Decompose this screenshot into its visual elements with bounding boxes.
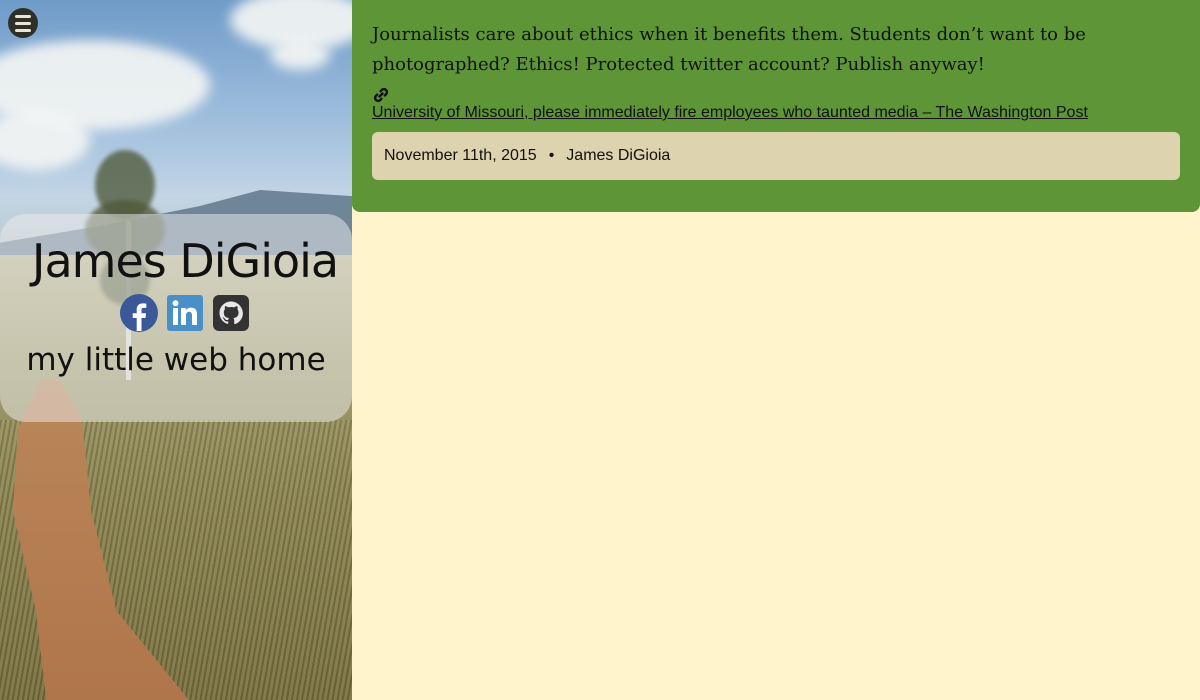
hamburger-menu-icon xyxy=(15,14,31,18)
post-card: Journalists care about ethics when it be… xyxy=(352,0,1200,212)
meta-separator: • xyxy=(548,147,555,164)
post-date[interactable]: November 11th, 2015 xyxy=(384,147,537,165)
github-link[interactable] xyxy=(212,294,250,332)
facebook-icon xyxy=(120,294,158,332)
cloud xyxy=(270,40,330,70)
site-tagline: my little web home xyxy=(26,342,326,378)
post-author[interactable]: James DiGioia xyxy=(566,147,670,165)
social-links xyxy=(0,294,352,332)
link-icon xyxy=(373,87,389,103)
post-body: Journalists care about ethics when it be… xyxy=(372,24,1086,75)
site-owner-name: James DiGioia xyxy=(31,234,339,288)
github-icon xyxy=(213,295,249,331)
linkedin-link[interactable] xyxy=(166,294,204,332)
facebook-link[interactable] xyxy=(120,294,158,332)
linkedin-icon xyxy=(167,295,203,331)
menu-button[interactable] xyxy=(8,8,38,38)
post-meta: November 11th, 2015 • James DiGioia xyxy=(372,132,1180,180)
profile-card: James DiGioia my little web home xyxy=(0,214,352,422)
post-external-link[interactable]: University of Missouri, please immediate… xyxy=(372,104,1088,121)
post-link-row: University of Missouri, please immediate… xyxy=(372,86,1180,122)
